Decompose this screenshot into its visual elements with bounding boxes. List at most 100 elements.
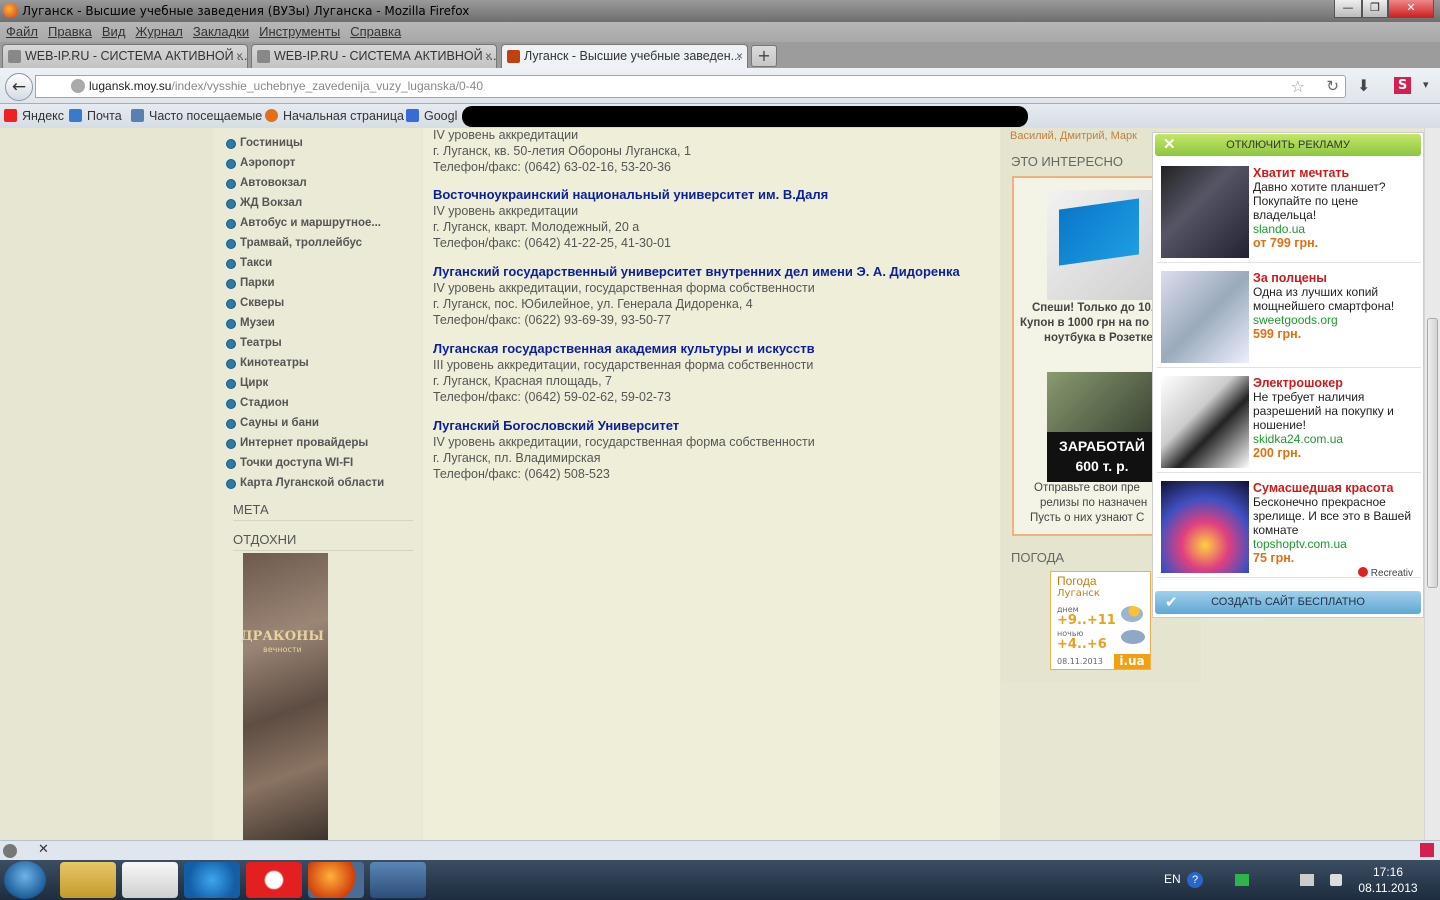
sidebar-link[interactable]: Автовокзал xyxy=(226,177,307,189)
interesting-ads[interactable]: Спеши! Только до 10. Купон в 1000 грн на… xyxy=(1012,176,1154,536)
tab-close-icon[interactable]: × xyxy=(236,45,243,67)
ad-item[interactable]: Хватит мечтать Давно хотите планшет? Поку… xyxy=(1157,162,1421,263)
laptop-image[interactable] xyxy=(1047,190,1152,300)
menu-file[interactable]: Файл xyxy=(6,24,38,39)
ad-domain[interactable]: skidka24.com.ua xyxy=(1253,432,1343,446)
firefox-taskbar-icon[interactable] xyxy=(308,862,364,898)
ad-domain[interactable]: sweetgoods.org xyxy=(1253,313,1338,327)
ad-item[interactable]: За полцены Одна из лучших копий мощнейшег… xyxy=(1157,267,1421,368)
maximize-button[interactable]: ❐ xyxy=(1362,0,1388,18)
sidebar-link[interactable]: ЖД Вокзал xyxy=(226,197,302,209)
volume-icon[interactable] xyxy=(1330,874,1342,886)
ad-domain[interactable]: slando.ua xyxy=(1253,222,1305,236)
url-text: lugansk.moy.su/index/vysshie_uchebnye_za… xyxy=(89,79,484,93)
sidebar-link[interactable]: Сауны и бани xyxy=(226,417,319,429)
sidebar-link[interactable]: Цирк xyxy=(226,377,268,389)
sidebar-link[interactable]: Карта Луганской области xyxy=(226,477,384,489)
sidebar-link[interactable]: Стадион xyxy=(226,397,289,409)
ad-item[interactable]: Сумасшедшая красота Бесконечно прекрасное… xyxy=(1157,477,1421,578)
clock-time: 17:16 xyxy=(1372,865,1404,879)
window-title-bar: Луганск - Высшие учебные заведения (ВУЗы… xyxy=(0,0,1440,22)
ad-title[interactable]: За полцены xyxy=(1253,271,1327,285)
bookmark-star-icon[interactable]: ☆ xyxy=(1291,77,1305,96)
sidebar-link[interactable]: Театры xyxy=(226,337,282,349)
ad-title[interactable]: Электрошокер xyxy=(1253,376,1343,390)
new-tab-button[interactable]: + xyxy=(751,45,777,67)
bookmark-yandex[interactable]: Яндекс xyxy=(4,104,64,128)
sidebar-link[interactable]: Трамвай, троллейбус xyxy=(226,237,363,249)
sidebar-link[interactable]: Парки xyxy=(226,277,275,289)
ad-image[interactable] xyxy=(1161,166,1249,258)
adblock-icon[interactable] xyxy=(3,844,17,858)
sidebar-link[interactable]: Автобус и маршрутное... xyxy=(226,217,381,229)
bookmark-home[interactable]: Начальная страница xyxy=(265,104,404,128)
sidebar-link[interactable]: Точки доступа WI-FI xyxy=(226,457,353,469)
scrollbar-thumb[interactable] xyxy=(1427,318,1438,588)
bullet-icon xyxy=(226,299,236,309)
vertical-scrollbar[interactable] xyxy=(1424,128,1440,840)
game-banner[interactable]: ДРАКОНЫ вечности xyxy=(241,553,328,840)
identity-icon[interactable] xyxy=(71,79,85,93)
tab-lugansk[interactable]: Луганск - Высшие учебные заведен... × xyxy=(501,44,748,69)
internet-explorer-icon[interactable] xyxy=(184,862,240,898)
bookmark-mail[interactable]: Почта xyxy=(69,104,122,128)
menu-dropdown-icon[interactable]: ▾ xyxy=(1423,78,1429,91)
ad-item[interactable]: Электрошокер Не требует наличия разрешени… xyxy=(1157,372,1421,473)
network-icon[interactable] xyxy=(1300,874,1314,886)
minimize-button[interactable]: — xyxy=(1334,0,1362,18)
sidebar-link[interactable]: Кинотеатры xyxy=(226,357,309,369)
system-clock[interactable]: 17:16 08.11.2013 xyxy=(1352,864,1424,896)
sidebar-link[interactable]: Музеи xyxy=(226,317,275,329)
sidebar-link[interactable]: Аэропорт xyxy=(226,157,295,169)
ad-title[interactable]: Хватит мечтать xyxy=(1253,166,1349,180)
university-link[interactable]: Луганский Богословский Университет xyxy=(433,418,815,434)
ad-title[interactable]: Сумасшедшая красота xyxy=(1253,481,1393,495)
url-bar[interactable]: lugansk.moy.su/index/vysshie_uchebnye_za… xyxy=(35,75,1346,98)
tab-close-icon[interactable]: × xyxy=(736,45,743,67)
weather-widget[interactable]: Погода Луганск днем +9..+11 ночью +4..+6… xyxy=(1050,571,1151,670)
sidebar-link-label: Трамвай, троллейбус xyxy=(240,237,363,249)
create-site-button[interactable]: ✔ СОЗДАТЬ САЙТ БЕСПЛАТНО xyxy=(1155,591,1421,614)
antivirus-icon[interactable] xyxy=(1235,874,1249,886)
reload-icon[interactable]: ↻ xyxy=(1326,77,1339,95)
ad-image[interactable] xyxy=(1161,376,1249,468)
back-button[interactable]: ← xyxy=(5,73,33,101)
menu-history[interactable]: Журнал xyxy=(135,24,182,39)
money-banner[interactable]: ЗАРАБОТАЙ 600 т. р. xyxy=(1047,372,1152,482)
ad-domain[interactable]: topshoptv.com.ua xyxy=(1253,537,1347,551)
tab-close-icon[interactable]: × xyxy=(485,45,492,67)
addon-s-icon[interactable]: S xyxy=(1394,77,1411,94)
bookmark-google[interactable]: Googl xyxy=(406,104,457,128)
language-indicator[interactable]: EN xyxy=(1164,872,1181,886)
sidebar-link[interactable]: Интернет провайдеры xyxy=(226,437,368,449)
recreativ-logo[interactable]: Recreativ xyxy=(1358,567,1413,579)
help-icon[interactable]: ? xyxy=(1187,872,1203,888)
close-addon-bar-icon[interactable]: ✕ xyxy=(38,842,49,857)
menu-view[interactable]: Вид xyxy=(102,24,126,39)
tab-webip-2[interactable]: WEB-IP.RU - СИСТЕМА АКТИВНОЙ ... × xyxy=(251,44,497,68)
explorer-icon[interactable] xyxy=(60,862,116,898)
sidebar-link[interactable]: Скверы xyxy=(226,297,284,309)
disable-ads-button[interactable]: ✕ ОТКЛЮЧИТЬ РЕКЛАМУ xyxy=(1155,134,1421,156)
sidebar-link[interactable]: Такси xyxy=(226,257,272,269)
tab-webip-1[interactable]: WEB-IP.RU - СИСТЕМА АКТИВНОЙ ... × xyxy=(2,44,248,68)
ad-image[interactable] xyxy=(1161,481,1249,573)
sidebar-link[interactable]: Гостиницы xyxy=(226,137,303,149)
downloads-icon[interactable]: ⬇ xyxy=(1357,76,1370,95)
menu-tools[interactable]: Инструменты xyxy=(259,24,340,39)
menu-help[interactable]: Справка xyxy=(350,24,401,39)
yandex-browser-icon[interactable] xyxy=(246,862,302,898)
university-link[interactable]: Луганская государственная академия культ… xyxy=(433,341,815,357)
image-viewer-icon[interactable] xyxy=(370,862,426,898)
start-button[interactable] xyxy=(4,861,46,899)
menu-edit[interactable]: Правка xyxy=(48,24,92,39)
university-link[interactable]: Луганский государственный университет вн… xyxy=(433,264,960,280)
ad-image[interactable] xyxy=(1161,271,1249,363)
bookmark-frequent[interactable]: Часто посещаемые xyxy=(131,104,262,128)
university-link[interactable]: Восточноукраинский национальный универси… xyxy=(433,187,828,203)
close-button[interactable]: ✕ xyxy=(1388,0,1434,18)
menu-bookmarks[interactable]: Закладки xyxy=(193,24,249,39)
addon-s-icon[interactable] xyxy=(1420,843,1434,857)
authors-list[interactable]: Василий, Дмитрий, Марк xyxy=(1010,130,1137,142)
media-player-icon[interactable] xyxy=(122,862,178,898)
